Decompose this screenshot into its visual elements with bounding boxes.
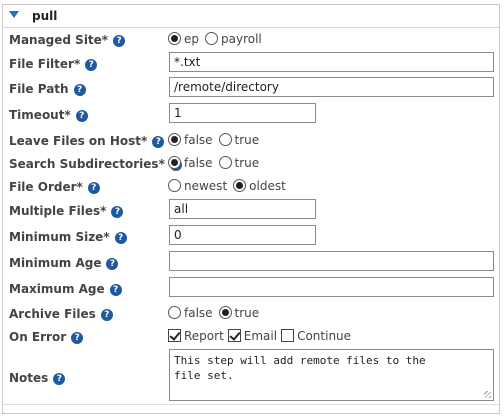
search-subdirs-true-radio[interactable] [218,156,232,169]
minimum-age-input[interactable] [169,251,494,271]
notes-label: Notes [9,371,49,385]
file-filter-input[interactable]: *.txt [169,52,494,72]
minimum-size-input[interactable]: 0 [169,225,316,245]
help-icon[interactable]: ? [100,309,113,321]
leave-files-false-label: false [184,133,213,147]
managed-site-label: Managed Site* [9,33,109,47]
on-error-checkbox-group: Report Email Continue [168,329,355,343]
archive-files-radio-group: false true [168,306,265,320]
leave-files-label: Leave Files on Host* [9,134,148,148]
managed-site-row: Managed Site*? ep payroll [3,29,499,52]
minimum-size-label: Minimum Size* [9,230,110,244]
collapse-triangle-icon[interactable] [9,11,19,18]
managed-site-ep-radio[interactable] [168,32,181,45]
managed-site-payroll-label: payroll [221,32,262,46]
archive-files-false-radio[interactable] [168,306,181,319]
help-icon[interactable]: ? [152,136,165,148]
leave-files-false-radio[interactable] [168,133,181,146]
timeout-label: Timeout* [9,108,71,122]
on-error-email-checkbox[interactable] [227,329,241,342]
panel-footer-divider [3,404,499,413]
help-icon[interactable]: ? [106,258,119,270]
on-error-report-label: Report [184,329,224,343]
search-subdirs-label: Search Subdirectories* [9,157,165,171]
resize-grip-icon[interactable] [484,391,491,398]
leave-files-row: Leave Files on Host*? false true [3,130,499,153]
section-header[interactable]: pull [3,5,499,28]
help-icon[interactable]: ? [85,59,98,71]
search-subdirs-true-label: true [234,156,260,170]
on-error-report-checkbox[interactable] [168,329,181,342]
leave-files-true-label: true [234,133,260,147]
archive-files-label: Archive Files [9,307,96,321]
file-order-row: File Order*? newest oldest [3,176,499,199]
pull-step-panel: pull Managed Site*? ep payroll File Filte… [2,4,500,414]
search-subdirs-radio-group: false true [168,156,265,170]
help-icon[interactable]: ? [75,110,88,122]
file-filter-label: File Filter* [9,57,81,71]
archive-files-true-label: true [234,306,260,320]
file-path-input[interactable]: /remote/directory [169,77,494,97]
file-path-label: File Path [9,82,69,96]
on-error-label: On Error [9,330,67,344]
on-error-email-label: Email [243,329,278,343]
help-icon[interactable]: ? [87,182,100,194]
maximum-age-input[interactable] [169,277,494,297]
managed-site-ep-label: ep [184,32,199,46]
on-error-continue-checkbox[interactable] [281,329,295,342]
multiple-files-label: Multiple Files* [9,204,107,218]
file-order-oldest-radio[interactable] [233,179,247,192]
on-error-row: On Error? Report Email Continue [3,326,499,349]
archive-files-false-label: false [184,306,213,320]
help-icon[interactable]: ? [71,332,84,344]
maximum-age-label: Maximum Age [9,282,105,296]
multiple-files-input[interactable]: all [169,199,316,219]
on-error-continue-label: Continue [297,329,352,343]
file-order-radio-group: newest oldest [168,179,292,193]
notes-textarea[interactable]: This step will add remote files to the f… [169,349,494,401]
minimum-age-label: Minimum Age [9,256,102,270]
archive-files-true-radio[interactable] [218,306,232,319]
file-order-newest-radio[interactable] [168,179,181,192]
leave-files-radio-group: false true [168,133,265,147]
managed-site-payroll-radio[interactable] [205,32,218,45]
managed-site-radio-group: ep payroll [168,32,268,46]
help-icon[interactable]: ? [53,373,66,385]
help-icon[interactable]: ? [111,206,124,218]
leave-files-true-radio[interactable] [218,133,232,146]
help-icon[interactable]: ? [109,284,122,296]
help-icon[interactable]: ? [114,232,127,244]
archive-files-row: Archive Files? false true [3,303,499,326]
timeout-input[interactable]: 1 [169,103,316,123]
search-subdirs-row: Search Subdirectories*? falsetrue [3,153,499,176]
notes-text: This step will add remote files to the f… [174,354,426,382]
file-order-oldest-label: oldest [249,179,286,193]
search-subdirs-false-radio[interactable] [168,156,181,169]
file-order-label: File Order* [9,180,83,194]
search-subdirs-false-label: false [184,156,213,170]
file-order-newest-label: newest [184,179,228,193]
section-title: pull [32,9,58,23]
help-icon[interactable]: ? [73,84,86,96]
help-icon[interactable]: ? [113,35,126,47]
